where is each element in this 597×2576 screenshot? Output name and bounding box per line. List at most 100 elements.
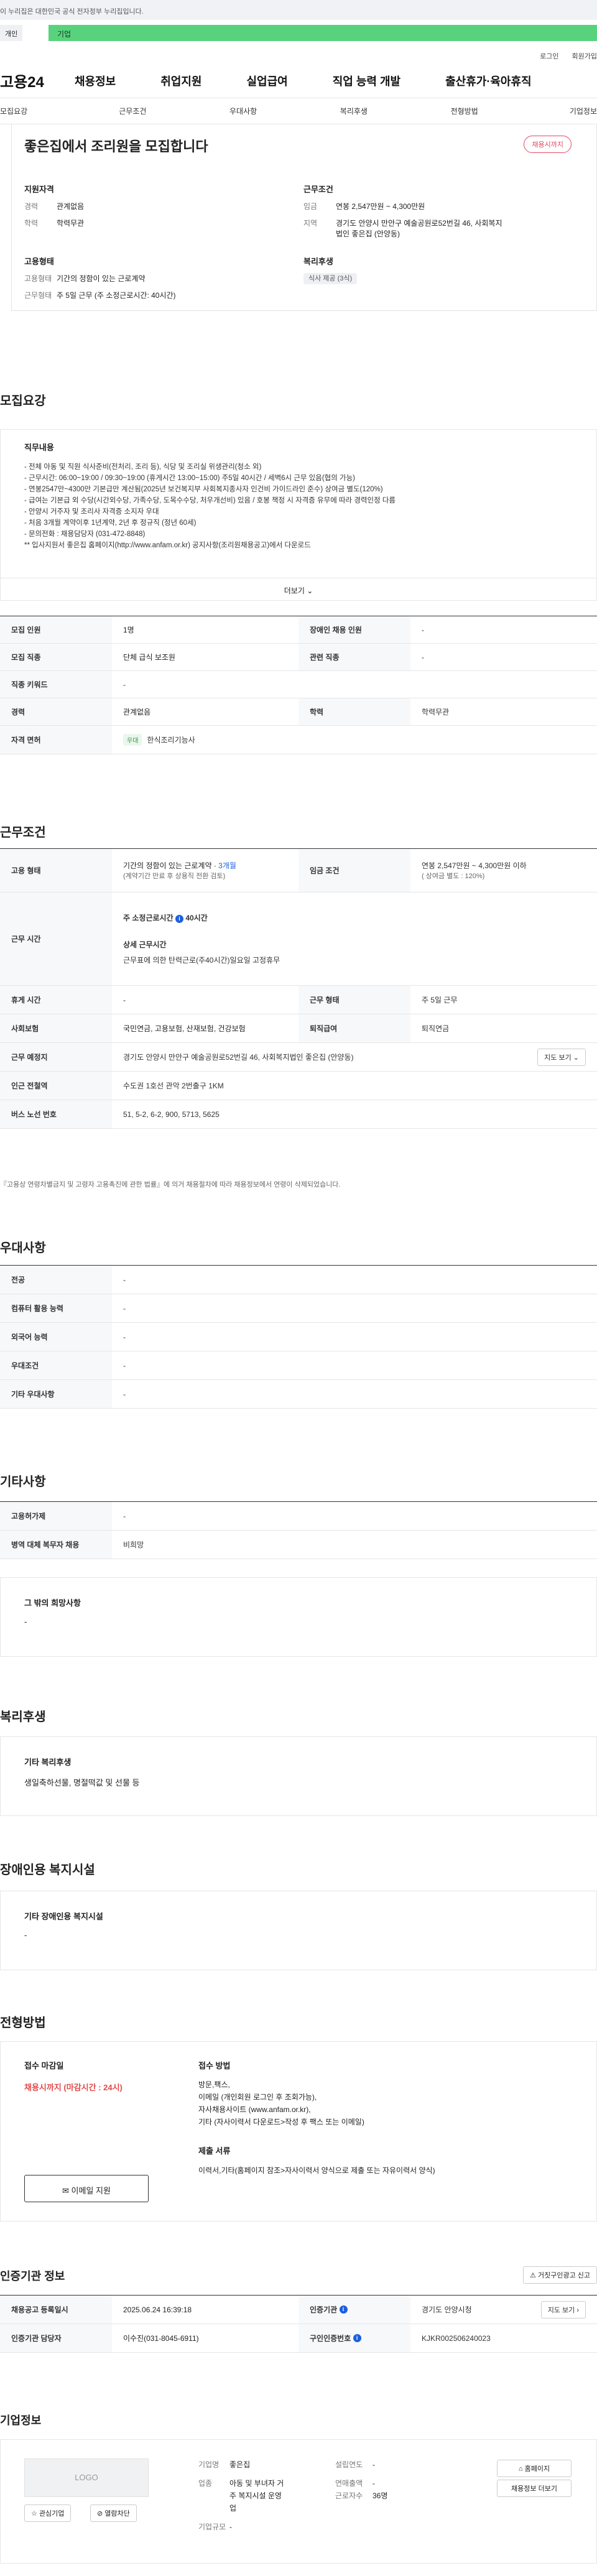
row-label: 컴퓨터 활용 능력 (0, 1294, 112, 1322)
preference-table: 전공 - 컴퓨터 활용 능력 - 외국어 능력 - 우대조건 - 기타 우대사항 - (0, 1265, 597, 1409)
row-label: 근무 예정지 (0, 1043, 112, 1071)
career-value: 관계없음 (57, 202, 85, 211)
row-value: 주 5일 근무 (422, 996, 458, 1004)
row-label: 인근 전철역 (0, 1072, 112, 1100)
more-button[interactable]: 더보기 ⌄ (1, 578, 596, 600)
table-row: 인증기관 담당자 이수진(031-8045-6911) 구인인증번호 i KJKR00… (0, 2324, 597, 2353)
method-item: 방문,팩스, (198, 2080, 230, 2089)
other-table: 고용허가제 - 병역 대체 복무자 채용 비희망 (0, 1501, 597, 1559)
welfare-heading: 복리후생 (303, 257, 333, 266)
row-value: - (123, 1332, 126, 1341)
table-row: 버스 노선 번호 51, 5-2, 6-2, 900, 5713, 5625 (0, 1100, 597, 1129)
industry-line: 아동 및 부녀자 거 (229, 2479, 284, 2488)
utility-links: 로그인 회원가입 (0, 46, 597, 63)
table-row: 채용공고 등록일시 2025.06.24 16:39:18 인증기관 i 경기도 안양… (0, 2296, 597, 2324)
row-label: 인증기관 담당자 (0, 2324, 112, 2352)
table-row: 사회보험 국민연금, 고용보험, 산재보험, 건강보험 퇴직급여 퇴직연금 (0, 1014, 597, 1043)
row-label: 모집 직종 (0, 644, 112, 670)
homepage-label: 홈페이지 (524, 2465, 550, 2473)
tab-company[interactable]: 기업정보 (520, 106, 597, 116)
mail-icon: ✉ (62, 2186, 69, 2195)
email-apply-button[interactable]: ✉ 이메일 지원 (24, 2175, 149, 2202)
favorite-company-button[interactable]: ☆ 관심기업 (24, 2504, 72, 2522)
hours-label: 주 소정근로시간 (123, 914, 174, 922)
gnb-item-benefit[interactable]: 실업급여 (247, 73, 288, 89)
tab-conditions[interactable]: 근무조건 (77, 106, 188, 116)
industry-line: 업 (229, 2504, 237, 2513)
conditions-heading: 근무조건 (303, 185, 333, 194)
gnb-item-leave[interactable]: 출산휴가·육아휴직 (445, 73, 531, 89)
other-wish-heading: 그 밖의 희망사항 (24, 1598, 81, 1608)
wage-value: 연봉 2,547만원 ~ 4,300만원 (336, 202, 425, 211)
company-logo: LOGO (24, 2458, 149, 2497)
row-label: 근무 형태 (298, 986, 410, 1014)
size-label: 기업규모 (198, 2523, 226, 2531)
edu-label: 학력 (24, 219, 39, 228)
gnb-item-training[interactable]: 직업 능력 개발 (333, 73, 400, 89)
table-row: 모집 인원 1명 장애인 채용 인원 - (0, 616, 597, 644)
other-wish-value: - (24, 1617, 27, 1626)
tab-preference[interactable]: 우대사항 (188, 106, 298, 116)
tab-selection[interactable]: 전형방법 (409, 106, 520, 116)
duty-box: 직무내용 - 전체 아동 및 직원 식사준비(전처리, 조리 등), 식당 및 … (0, 429, 597, 601)
welfare-section-heading: 복리후생 (0, 1710, 46, 1724)
report-button[interactable]: ⚠ 거짓구인광고 신고 (523, 2266, 597, 2284)
row-label: 버스 노선 번호 (0, 1100, 112, 1128)
docs-value: 이력서,기타(홈페이지 참조>자사이력서 양식으로 제출 또는 자유이력서 양식… (198, 2166, 435, 2175)
employees-value: 36명 (373, 2491, 388, 2500)
row-value: - (123, 1304, 126, 1313)
block-company-button[interactable]: ⊘ 열람차단 (90, 2504, 137, 2522)
join-link[interactable]: 회원가입 (572, 53, 597, 60)
table-row: 고용 형태 기간의 정함이 있는 근로계약 · 3개월 (계약기간 만료 후 상용… (0, 849, 597, 892)
docs-heading: 제출 서류 (198, 2146, 231, 2156)
row-label: 우대조건 (0, 1351, 112, 1379)
row-value: 퇴직연금 (422, 1024, 450, 1033)
tab-personal[interactable]: 개인 (0, 25, 23, 41)
size-value: - (229, 2523, 232, 2531)
more-jobs-button[interactable]: 채용정보 더보기 (497, 2480, 572, 2497)
block-icon: ⊘ (97, 2510, 103, 2518)
tab-recruit[interactable]: 모집요강 (0, 106, 77, 116)
deadline-heading: 접수 마감일 (24, 2061, 64, 2070)
sales-label: 연매출액 (335, 2479, 363, 2488)
gnb-item-employment[interactable]: 취업지원 (160, 73, 201, 89)
info-icon[interactable]: i (175, 915, 183, 923)
tab-welfare[interactable]: 복리후생 (298, 106, 409, 116)
login-link[interactable]: 로그인 (540, 53, 558, 60)
cert-map-button[interactable]: 지도 보기 › (540, 2300, 586, 2319)
welfare-box: 기타 복리후생 생일축하선물, 명절떡값 및 선물 등 (0, 1736, 597, 1816)
preference-tag: 우대 (123, 734, 142, 746)
row-label: 경력 (0, 698, 112, 725)
emp-type-label: 고용형태 (24, 274, 52, 283)
row-label: 임금 조건 (298, 849, 410, 892)
map-button[interactable]: 지도 보기 ⌄ (537, 1048, 586, 1066)
emp-value: 기간의 정함이 있는 근로계약 · (123, 861, 219, 870)
row-label: 사회보험 (0, 1014, 112, 1042)
row-label: 고용허가제 (0, 1502, 112, 1530)
emp-type-value: 기간의 정함이 있는 근로계약 (57, 274, 146, 283)
row-value: - (123, 1389, 126, 1399)
gov-banner: 이 누리집은 대한민국 공식 전자정부 누리집입니다. (0, 0, 597, 20)
deadline-value: 채용시까지 (마감시간 : 24시) (24, 2083, 123, 2092)
row-value: 관계없음 (123, 708, 151, 716)
row-value: - (422, 652, 424, 662)
chevron-right-icon: › (576, 2306, 579, 2314)
email-apply-label: 이메일 지원 (71, 2186, 111, 2195)
tab-enterprise[interactable]: 기업 (49, 25, 597, 41)
gnb-item-jobs[interactable]: 채용정보 (75, 73, 116, 89)
info-icon[interactable]: i (339, 2305, 348, 2314)
row-value: 1명 (123, 626, 134, 634)
welfare-value: 생일축하선물, 명절떡값 및 선물 등 (24, 1778, 140, 1787)
block-label: 열람차단 (104, 2510, 130, 2518)
homepage-button[interactable]: ⌂ 홈페이지 (497, 2460, 572, 2477)
row-label: 전공 (0, 1266, 112, 1294)
other-wish-box: 그 밖의 희망사항 - (0, 1577, 597, 1657)
global-nav: 고용24 채용정보 취업지원 실업급여 직업 능력 개발 출산휴가·육아휴직 (0, 63, 597, 98)
hours-detail-heading: 상세 근무시간 (123, 940, 167, 949)
area-value: 경기도 안양시 만안구 예술공원로52번길 46, 사회복지 법인 좋은집 (안양… (336, 218, 502, 239)
row-value: 비희망 (123, 1541, 144, 1549)
table-row: 컴퓨터 활용 능력 - (0, 1294, 597, 1323)
table-row: 기타 우대사항 - (0, 1380, 597, 1409)
info-icon[interactable]: i (353, 2334, 361, 2342)
site-logo[interactable]: 고용24 (0, 70, 75, 91)
